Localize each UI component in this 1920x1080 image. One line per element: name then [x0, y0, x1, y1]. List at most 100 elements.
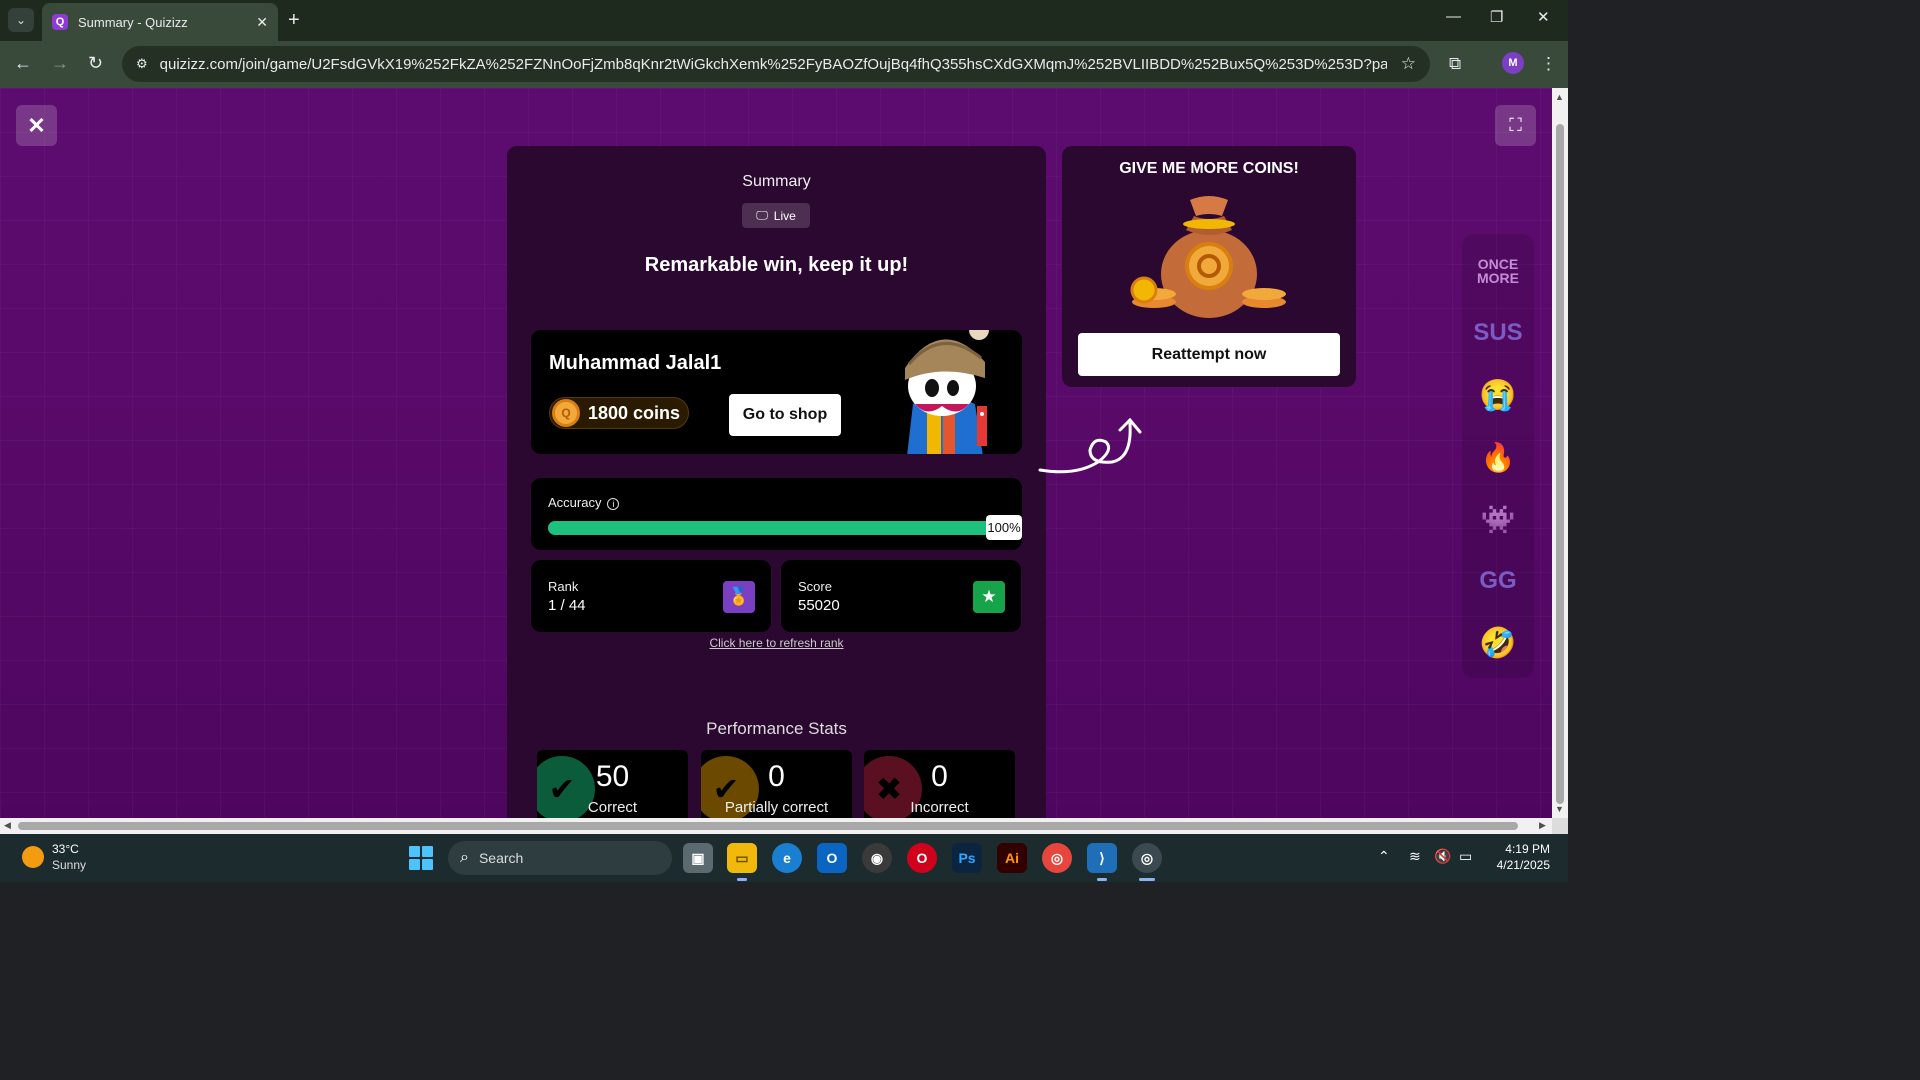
- partially-correct-stat-card: ✔ 0 Partially correct: [701, 750, 852, 818]
- coin-icon: Q: [552, 399, 580, 427]
- outlook-icon[interactable]: O: [817, 843, 847, 873]
- sun-weather-icon[interactable]: [22, 846, 44, 868]
- incorrect-label: Incorrect: [910, 799, 969, 816]
- info-icon[interactable]: i: [607, 498, 620, 510]
- reaction-sticker-rail: ONCE MORE SUS 😭 🔥 👾 GG 🤣: [1462, 234, 1534, 678]
- browser-tab-bar: ⌄ Q Summary - Quizizz ✕ + — ❐ ✕: [0, 0, 1568, 41]
- back-arrow-icon[interactable]: ←: [14, 53, 32, 74]
- scroll-down-arrow-icon[interactable]: ▼: [1555, 804, 1564, 814]
- restore-icon[interactable]: ❐: [1490, 8, 1503, 26]
- accuracy-label: Accuracy i: [548, 495, 620, 510]
- score-label: Score: [798, 579, 832, 594]
- correct-stat-card: ✔ 50 Correct: [537, 750, 688, 818]
- tab-search-button[interactable]: ⌄: [8, 8, 34, 32]
- profile-avatar[interactable]: M: [1502, 52, 1524, 74]
- summary-card: Summary 🖵 Live Remarkable win, keep it u…: [507, 146, 1046, 818]
- clock-time[interactable]: 4:19 PM: [1496, 842, 1550, 856]
- medal-icon: 🏅: [723, 581, 755, 613]
- rank-value: 1 / 44: [548, 597, 586, 614]
- chrome-icon[interactable]: ◎: [1042, 843, 1072, 873]
- chevron-up-icon[interactable]: ⌃: [1378, 848, 1390, 865]
- vertical-scroll-thumb[interactable]: [1556, 124, 1564, 804]
- weather-temperature[interactable]: 33°C: [52, 842, 79, 856]
- partially-correct-count: 0: [768, 760, 785, 793]
- accuracy-progress-bar: [548, 521, 992, 535]
- browser-tab[interactable]: Q Summary - Quizizz ✕: [42, 3, 278, 41]
- file-explorer-icon[interactable]: ▭: [727, 843, 757, 873]
- address-bar[interactable]: ⚙ quizizz.com/join/game/U2FsdGVkX19%252F…: [122, 46, 1430, 82]
- rank-label: Rank: [548, 579, 579, 594]
- active-indicator: [737, 878, 747, 881]
- search-icon: ⌕: [460, 849, 469, 866]
- live-screen-icon: 🖵: [756, 208, 768, 222]
- laughing-face-sticker-icon[interactable]: 🤣: [1472, 618, 1524, 668]
- fire-p-sticker-icon[interactable]: 🔥: [1472, 432, 1524, 482]
- result-headline: Remarkable win, keep it up!: [644, 254, 909, 276]
- opera-browser-icon[interactable]: O: [907, 843, 937, 873]
- scroll-up-arrow-icon[interactable]: ▲: [1555, 92, 1564, 102]
- sus-sticker-icon[interactable]: SUS: [1472, 308, 1524, 358]
- coins-balance: Q 1800 coins: [549, 397, 689, 429]
- tab-close-icon[interactable]: ✕: [256, 14, 268, 31]
- reload-icon[interactable]: ↻: [88, 53, 103, 74]
- edge-browser-icon[interactable]: e: [772, 843, 802, 873]
- star-icon: ★: [973, 581, 1005, 613]
- vscode-icon[interactable]: ⟩: [1087, 843, 1117, 873]
- taskbar-search[interactable]: ⌕ Search: [448, 841, 672, 875]
- player-card: Muhammad Jalal1 Q 1800 coins Go to shop: [531, 330, 1022, 454]
- security-app-icon[interactable]: ◉: [862, 843, 892, 873]
- extensions-icon[interactable]: ⧉: [1449, 54, 1461, 74]
- gg-sticker-icon[interactable]: GG: [1472, 556, 1524, 606]
- illustrator-icon[interactable]: Ai: [997, 843, 1027, 873]
- url-text: quizizz.com/join/game/U2FsdGVkX19%252FkZ…: [159, 55, 1387, 73]
- go-to-shop-button[interactable]: Go to shop: [729, 394, 841, 436]
- coins-amount: 1800 coins: [588, 402, 681, 423]
- more-coins-card: GIVE ME MORE COINS! Reattempt now: [1062, 146, 1356, 387]
- score-card: Score 55020 ★: [781, 560, 1021, 632]
- menu-kebab-icon[interactable]: ⋮: [1540, 54, 1557, 74]
- vertical-scrollbar[interactable]: ▲ ▼: [1552, 88, 1568, 818]
- reattempt-now-button[interactable]: Reattempt now: [1078, 333, 1340, 376]
- fullscreen-button[interactable]: ⛶: [1495, 105, 1536, 146]
- new-tab-button[interactable]: +: [288, 9, 300, 32]
- window-close-icon[interactable]: ✕: [1537, 8, 1550, 26]
- among-us-sticker-icon[interactable]: 👾: [1472, 494, 1524, 544]
- horizontal-scrollbar[interactable]: ◀ ▶: [0, 818, 1552, 834]
- refresh-rank-link[interactable]: Click here to refresh rank: [507, 636, 1046, 650]
- search-placeholder: Search: [478, 850, 524, 866]
- live-badge: 🖵 Live: [742, 203, 810, 228]
- battery-icon[interactable]: ▭: [1459, 848, 1472, 865]
- scroll-left-arrow-icon[interactable]: ◀: [4, 820, 11, 831]
- windows-start-icon[interactable]: [409, 846, 433, 870]
- incorrect-stat-card: ✖ 0 Incorrect: [864, 750, 1015, 818]
- close-button[interactable]: ✕: [16, 105, 57, 146]
- tab-title: Summary - Quizizz: [78, 14, 188, 30]
- bookmark-star-icon[interactable]: ☆: [1401, 54, 1416, 74]
- wifi-icon[interactable]: ≋: [1409, 848, 1421, 865]
- scroll-right-arrow-icon[interactable]: ▶: [1539, 820, 1546, 831]
- rank-card: Rank 1 / 44 🏅: [531, 560, 771, 632]
- clock-date[interactable]: 4/21/2025: [1486, 858, 1550, 872]
- horizontal-scroll-thumb[interactable]: [18, 822, 1518, 830]
- site-settings-icon[interactable]: ⚙: [136, 56, 148, 72]
- speaker-muted-icon[interactable]: 🔇: [1434, 848, 1451, 865]
- photoshop-icon[interactable]: Ps: [952, 843, 982, 873]
- player-name: Muhammad Jalal1: [549, 352, 722, 374]
- forward-arrow-icon[interactable]: →: [51, 53, 69, 74]
- player-avatar: [905, 330, 989, 454]
- weather-condition[interactable]: Sunny: [52, 858, 86, 872]
- accuracy-card: Accuracy i 100%: [531, 478, 1022, 550]
- active-indicator: [1097, 878, 1107, 881]
- coin-bag-icon: [1130, 196, 1286, 318]
- once-more-sticker-icon[interactable]: ONCE MORE: [1472, 246, 1524, 296]
- performance-stats-title: Performance Stats: [706, 719, 847, 738]
- windows-taskbar: 33°C Sunny ⌕ Search ▣ ▭ e O ◉ O Ps Ai ◎ …: [0, 834, 1568, 882]
- live-label: Live: [773, 208, 796, 223]
- score-value: 55020: [798, 597, 840, 614]
- chrome-profile-icon[interactable]: ◎: [1132, 843, 1162, 873]
- minimize-icon[interactable]: —: [1446, 8, 1461, 25]
- crying-face-sticker-icon[interactable]: 😭: [1472, 370, 1524, 420]
- task-view-icon[interactable]: ▣: [683, 843, 713, 873]
- incorrect-count: 0: [931, 760, 948, 793]
- accuracy-progress-fill: [548, 521, 992, 535]
